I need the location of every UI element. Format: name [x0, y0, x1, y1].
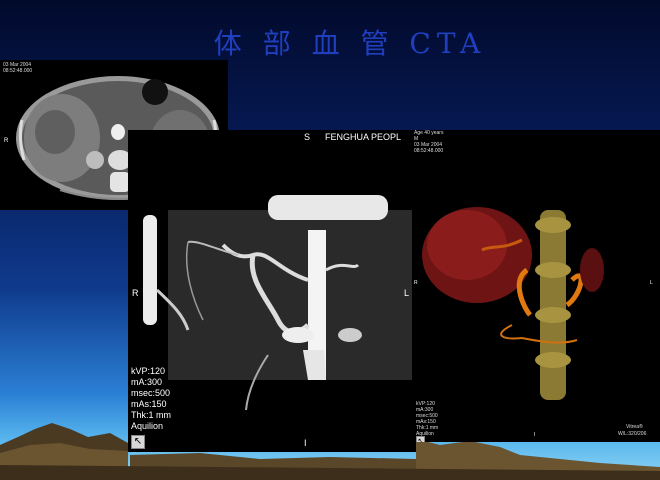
mip-mas: mAs:150 — [131, 399, 167, 409]
vr-scan-parameters: kVP:120 mA:300 msec:500 mAs:150 Thk:1 mm… — [416, 401, 438, 437]
mip-scan-parameters: kVP:120 mA:300 msec:500 mAs:150 Thk:1 mm… — [131, 366, 171, 432]
vr-time: 08:52:48.000 — [414, 148, 444, 154]
volume-rendering-panel[interactable]: Age 40 years M 03 Mar 2004 08:52:48.000 … — [412, 130, 660, 442]
vr-orient-left: L — [650, 280, 653, 286]
mip-coronal-panel[interactable]: FENGHUA PEOPL S R L I kVP:120 mA:300 mse… — [128, 130, 416, 452]
vr-age: Age 40 years — [414, 130, 444, 136]
mip-msec: msec:500 — [131, 388, 171, 398]
mip-orient-bottom: I — [304, 438, 307, 448]
vr-patient-info: Age 40 years M 03 Mar 2004 08:52:48.000 — [414, 130, 443, 154]
vr-orient-right: R — [414, 280, 418, 286]
mip-kvp: kVP:120 — [131, 366, 166, 376]
mip-institution: FENGHUA PEOPL — [325, 132, 402, 142]
mip-thk: Thk:1 mm — [131, 410, 172, 420]
mip-ma: mA:300 — [131, 377, 163, 387]
mip-orient-right: R — [132, 288, 139, 298]
mip-orient-left: L — [404, 288, 410, 298]
slide-title: 体 部 血 管 CTA — [213, 27, 487, 60]
mip-scanner: Aquilion — [131, 421, 164, 431]
vr-window-level: W/L:320/206 — [618, 431, 647, 437]
vr-orient-bottom: I — [534, 432, 536, 438]
volume-rendering-image — [422, 207, 604, 400]
mip-angiography-image — [143, 195, 413, 411]
resize-arrow-icon[interactable]: ↖ — [131, 435, 145, 449]
vr-render-label: Vitrea® — [626, 424, 643, 430]
resize-arrow-icon[interactable]: ↖ — [416, 436, 425, 442]
mip-orient-top: S — [304, 132, 311, 142]
